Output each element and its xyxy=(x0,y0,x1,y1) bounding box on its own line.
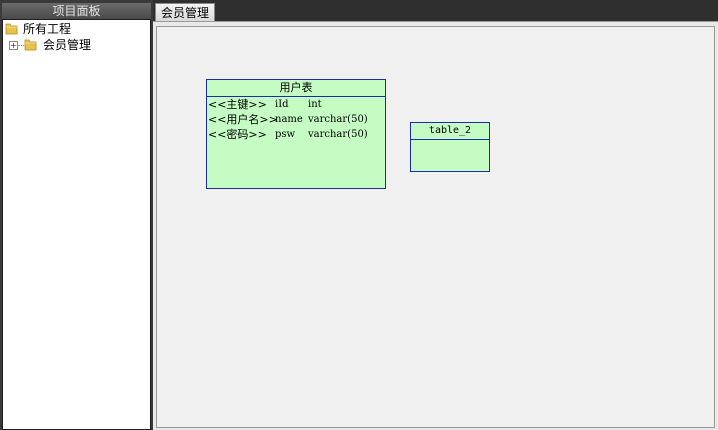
tree-node-membership-label: 会员管理 xyxy=(43,38,92,52)
project-tree[interactable]: 所有工程 + 会员管理 xyxy=(2,19,151,430)
field-key: <<主键>> xyxy=(208,98,267,111)
field-name: iId xyxy=(275,99,289,110)
field-type: varchar(50) xyxy=(308,114,368,125)
folder-icon xyxy=(5,23,18,35)
field-type: varchar(50) xyxy=(308,129,368,140)
project-panel-title: 项目面板 xyxy=(2,3,151,19)
tree-node-membership[interactable]: + 会员管理 xyxy=(5,37,145,53)
field-key: <<用户名>> xyxy=(208,113,278,126)
folder-icon xyxy=(24,39,37,51)
field-name: name xyxy=(275,114,303,125)
entity-title: 用户表 xyxy=(207,80,385,97)
tab-membership[interactable]: 会员管理 xyxy=(155,3,215,22)
diagram-canvas[interactable]: 用户表 <<主键>> iId int <<用户名>> name varchar(… xyxy=(156,26,715,428)
entity-user-table[interactable]: 用户表 <<主键>> iId int <<用户名>> name varchar(… xyxy=(206,79,386,189)
field-type: int xyxy=(308,99,322,110)
workspace: 用户表 <<主键>> iId int <<用户名>> name varchar(… xyxy=(153,22,718,430)
field-key: <<密码>> xyxy=(208,128,267,141)
entity-table-2[interactable]: table_2 xyxy=(410,122,490,172)
entity-title: table_2 xyxy=(411,123,489,140)
tab-bar: 会员管理 xyxy=(153,0,718,22)
project-panel: 项目面板 所有工程 + 会员管理 xyxy=(0,0,153,430)
tree-node-root[interactable]: 所有工程 xyxy=(5,21,145,37)
field-name: psw xyxy=(275,129,296,140)
expand-icon[interactable]: + xyxy=(9,41,18,50)
tree-node-root-label: 所有工程 xyxy=(23,22,72,36)
